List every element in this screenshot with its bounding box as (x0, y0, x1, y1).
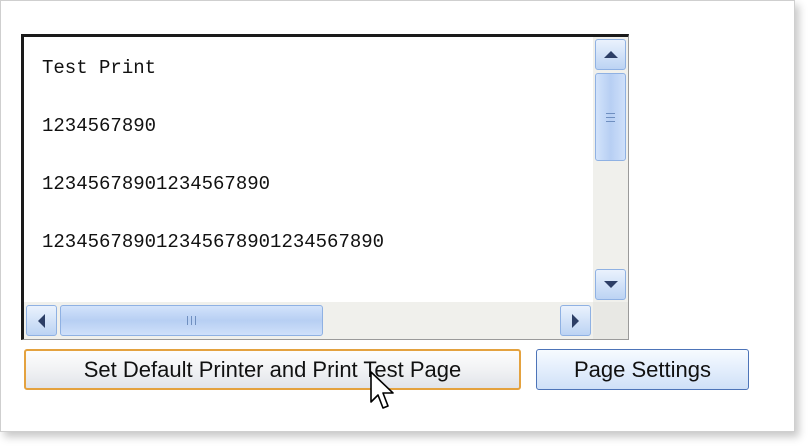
scroll-right-button[interactable] (560, 305, 591, 336)
scroll-up-arrow-icon (603, 51, 618, 58)
vertical-scrollbar[interactable] (593, 37, 628, 302)
horizontal-scroll-thumb[interactable] (60, 305, 323, 336)
scroll-down-arrow-icon (603, 281, 618, 288)
text-line: 123456789012345678901234567890 (42, 231, 385, 253)
test-print-textbox[interactable]: Test Print 1234567890 123456789012345678… (21, 34, 629, 340)
mouse-pointer-icon (370, 371, 394, 409)
grip-icon (606, 112, 615, 122)
scroll-left-button[interactable] (26, 305, 57, 336)
print-dialog-panel: Test Print 1234567890 123456789012345678… (0, 0, 795, 432)
scroll-right-arrow-icon (572, 313, 579, 328)
print-test-page-button[interactable]: Set Default Printer and Print Test Page (24, 349, 521, 390)
scroll-left-arrow-icon (38, 313, 45, 328)
text-line: 12345678901234567890 (42, 173, 271, 195)
textbox-content[interactable]: Test Print 1234567890 123456789012345678… (24, 37, 593, 302)
scrollbar-corner (593, 302, 628, 339)
page-settings-button[interactable]: Page Settings (536, 349, 749, 390)
horizontal-scrollbar[interactable] (24, 302, 593, 339)
text-line: Test Print (42, 57, 157, 79)
scroll-down-button[interactable] (595, 269, 626, 300)
grip-icon (187, 316, 196, 325)
vertical-scroll-thumb[interactable] (595, 73, 626, 161)
text-line: 1234567890 (42, 115, 157, 137)
scroll-up-button[interactable] (595, 39, 626, 70)
